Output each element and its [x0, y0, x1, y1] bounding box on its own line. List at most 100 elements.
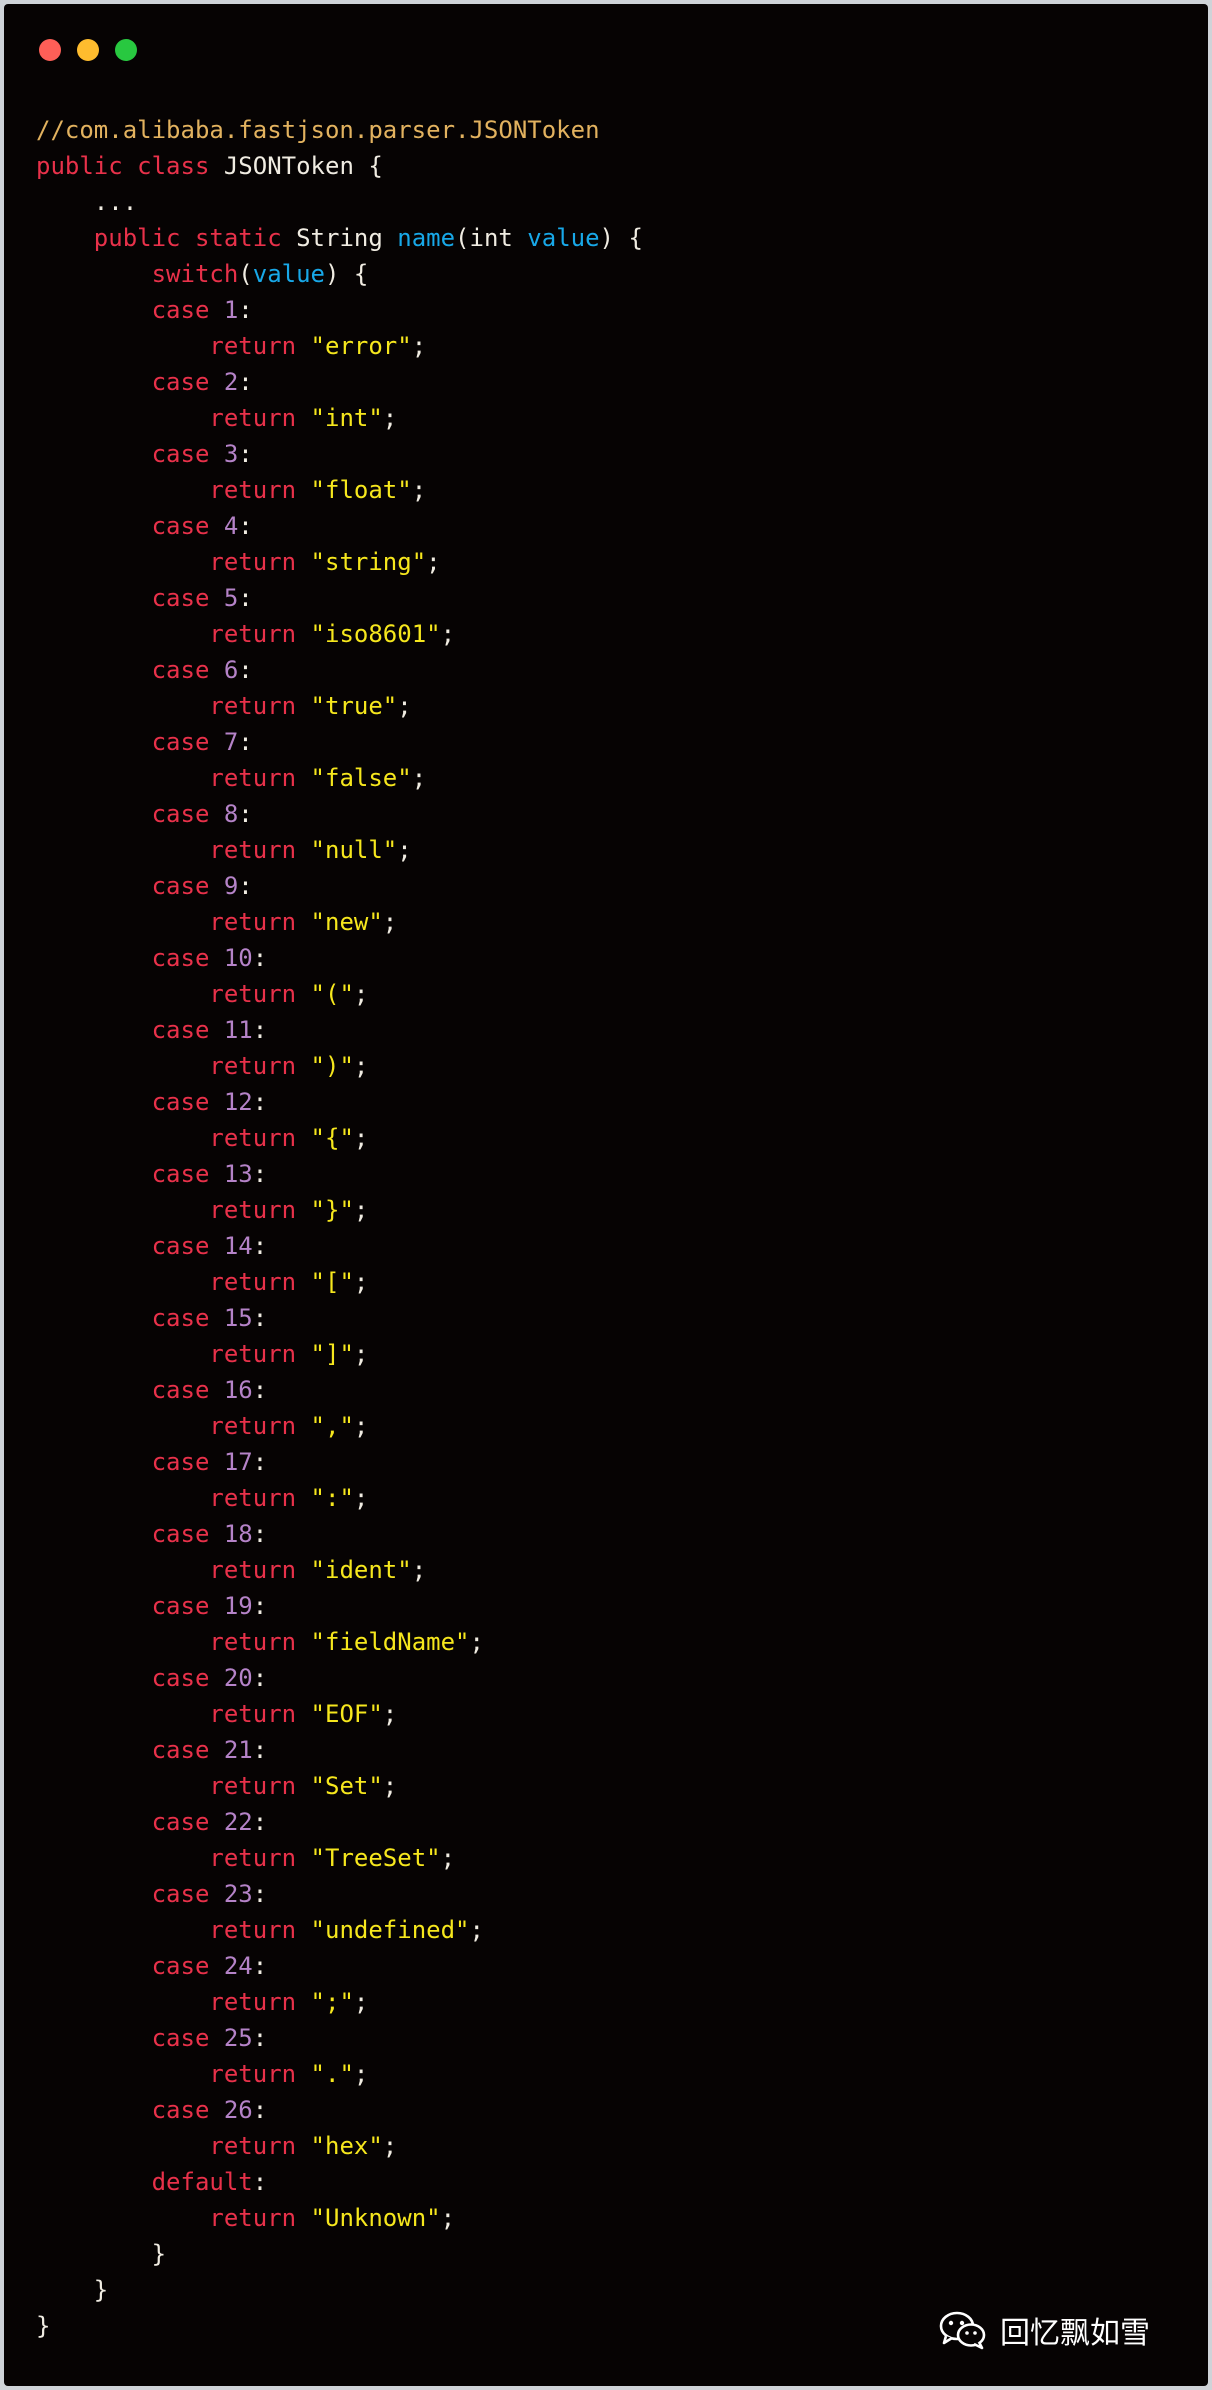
- code-line: case 5:: [36, 580, 643, 616]
- code-token-string: "]": [310, 1340, 354, 1368]
- code-line: return "iso8601";: [36, 616, 643, 652]
- code-token-keyword: return: [36, 2204, 311, 2232]
- code-line: switch(value) {: [36, 256, 643, 292]
- code-token-keyword: return: [36, 548, 311, 576]
- code-token-plain: :: [238, 728, 253, 756]
- code-token-plain: :: [238, 800, 253, 828]
- code-line: case 12:: [36, 1084, 643, 1120]
- close-icon[interactable]: [39, 39, 61, 61]
- code-token-plain: :: [252, 1952, 268, 1980]
- code-token-keyword: case: [36, 1448, 224, 1476]
- code-line: case 4:: [36, 508, 643, 544]
- code-token-plain: :: [252, 1232, 268, 1260]
- code-token-keyword: return: [36, 620, 311, 648]
- code-token-keyword: case: [36, 1808, 224, 1836]
- code-line: return "string";: [36, 544, 643, 580]
- code-token-plain: ;: [411, 1556, 427, 1584]
- code-token-plain: ) {: [325, 260, 369, 288]
- code-token-plain: :: [238, 584, 253, 612]
- code-token-string: "TreeSet": [310, 1844, 441, 1872]
- code-token-plain: ;: [440, 2204, 456, 2232]
- code-token-number: 8: [223, 800, 239, 828]
- code-line: return "[";: [36, 1264, 643, 1300]
- code-token-keyword: switch: [36, 260, 239, 288]
- code-token-number: 5: [223, 584, 239, 612]
- code-line: case 6:: [36, 652, 643, 688]
- code-token-string: "undefined": [310, 1916, 470, 1944]
- code-token-keyword: case: [36, 1160, 224, 1188]
- code-token-plain: ;: [382, 404, 398, 432]
- code-token-keyword: return: [36, 1700, 311, 1728]
- code-token-plain: :: [238, 440, 253, 468]
- code-token-string: "string": [310, 548, 427, 576]
- code-token-keyword: case: [36, 2024, 224, 2052]
- code-token-keyword: return: [36, 332, 311, 360]
- code-token-keyword: return: [36, 1412, 311, 1440]
- code-token-keyword: case: [36, 728, 224, 756]
- code-token-plain: }: [36, 2240, 167, 2268]
- code-token-string: "Set": [310, 1772, 383, 1800]
- code-line: case 22:: [36, 1804, 643, 1840]
- code-line: return "null";: [36, 832, 643, 868]
- code-token-keyword: case: [36, 296, 224, 324]
- code-token-string: ")": [310, 1052, 354, 1080]
- code-line: case 10:: [36, 940, 643, 976]
- code-token-plain: :: [252, 1592, 268, 1620]
- code-token-number: 26: [223, 2096, 253, 2124]
- code-token-number: 23: [223, 1880, 253, 1908]
- maximize-icon[interactable]: [115, 39, 137, 61]
- code-token-number: 3: [223, 440, 239, 468]
- code-token-keyword: case: [36, 368, 224, 396]
- code-token-func: name: [397, 224, 456, 252]
- code-token-plain: ;: [440, 1844, 456, 1872]
- code-line: }: [36, 2308, 643, 2344]
- code-line: return "float";: [36, 472, 643, 508]
- code-token-keyword: return: [36, 1124, 311, 1152]
- code-token-keyword: return: [36, 1844, 311, 1872]
- wechat-icon: [939, 2311, 986, 2350]
- code-token-keyword: return: [36, 1916, 311, 1944]
- code-token-plain: :: [252, 1520, 268, 1548]
- code-token-number: 16: [223, 1376, 253, 1404]
- code-token-keyword: case: [36, 584, 224, 612]
- code-token-comment: //com.alibaba.fastjson.parser.JSONToken: [36, 116, 600, 144]
- code-line: return "Unknown";: [36, 2200, 643, 2236]
- minimize-icon[interactable]: [77, 39, 99, 61]
- code-token-keyword: case: [36, 2096, 224, 2124]
- code-line: case 21:: [36, 1732, 643, 1768]
- code-line: return "int";: [36, 400, 643, 436]
- code-token-keyword: case: [36, 800, 224, 828]
- code-token-plain: :: [252, 2168, 268, 2196]
- watermark-text: 回忆飘如雪: [1000, 2316, 1150, 2351]
- code-token-number: 19: [223, 1592, 253, 1620]
- code-token-keyword: default: [36, 2168, 253, 2196]
- code-line: //com.alibaba.fastjson.parser.JSONToken: [36, 112, 643, 148]
- code-line: public class JSONToken {: [36, 148, 643, 184]
- code-token-keyword: case: [36, 1592, 224, 1620]
- code-line: return "true";: [36, 688, 643, 724]
- code-token-number: 1: [223, 296, 239, 324]
- code-token-string: "int": [310, 404, 383, 432]
- code-token-string: "fieldName": [310, 1628, 470, 1656]
- code-line: case 7:: [36, 724, 643, 760]
- code-token-plain: ;: [469, 1916, 484, 1944]
- code-token-number: 18: [223, 1520, 253, 1548]
- code-token-number: 6: [223, 656, 239, 684]
- code-line: return "fieldName";: [36, 1624, 643, 1660]
- code-line: return "Set";: [36, 1768, 643, 1804]
- code-token-keyword: case: [36, 1880, 224, 1908]
- code-token-string: "}": [310, 1196, 354, 1224]
- code-token-plain: :: [238, 296, 253, 324]
- code-token-number: 12: [223, 1088, 253, 1116]
- code-token-keyword: return: [36, 2060, 311, 2088]
- code-line: case 16:: [36, 1372, 643, 1408]
- code-token-string: ".": [310, 2060, 354, 2088]
- code-token-keyword: return: [36, 1052, 311, 1080]
- code-line: case 17:: [36, 1444, 643, 1480]
- code-token-number: 21: [223, 1736, 253, 1764]
- code-token-string: "error": [310, 332, 412, 360]
- code-line: return "{";: [36, 1120, 643, 1156]
- code-line: case 8:: [36, 796, 643, 832]
- code-line: case 1:: [36, 292, 643, 328]
- code-token-number: 10: [223, 944, 253, 972]
